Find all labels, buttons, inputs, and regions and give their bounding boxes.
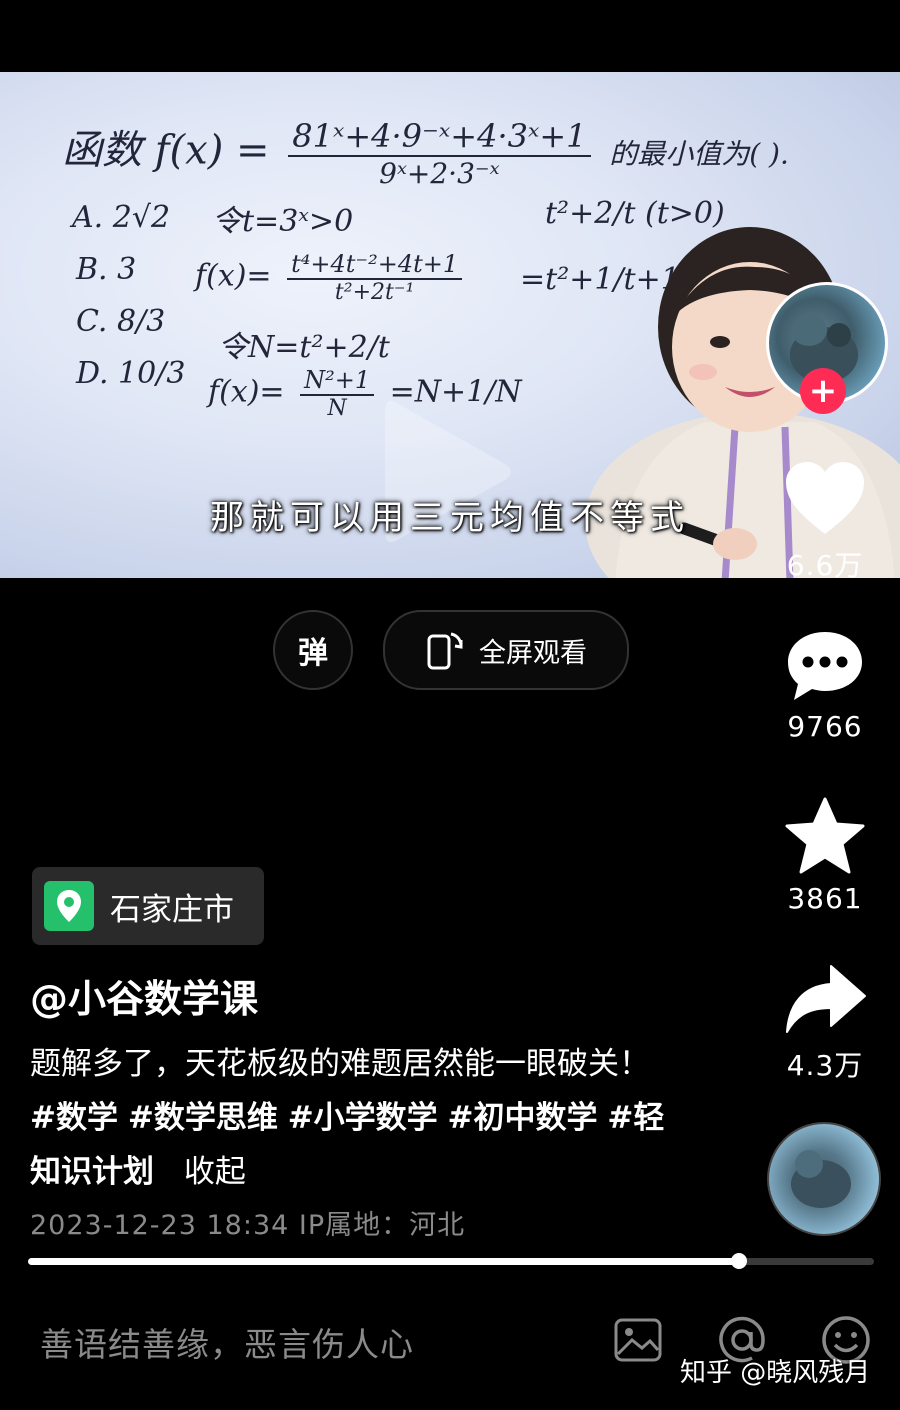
step-let-n: 令N=t²+2/t (218, 330, 390, 365)
problem-prefix: 函数 (62, 127, 142, 174)
step4-numerator: N²+1 (300, 366, 375, 396)
music-disc-image (791, 1150, 851, 1208)
problem-suffix: 的最小值为( ). (609, 137, 789, 171)
danmu-label: 弹 (298, 636, 328, 671)
step4-denominator: N (327, 396, 347, 421)
comment-bubble-icon (788, 632, 862, 700)
option-d: D. 10/3 (76, 356, 186, 391)
problem-denominator: 9ˣ+2·3⁻ˣ (379, 157, 500, 190)
author-name[interactable]: @小谷数学课 (30, 968, 258, 1023)
star-icon (785, 797, 865, 874)
collapse-button[interactable]: 收起 (184, 1154, 246, 1190)
hashtag[interactable]: #初中数学 (448, 1100, 598, 1136)
hashtag[interactable]: #小学数学 (288, 1100, 438, 1136)
like-count: 6.6万 (786, 549, 864, 582)
comment-count: 9766 (787, 710, 863, 743)
fullscreen-label: 全屏观看 (479, 637, 587, 669)
share-count: 4.3万 (786, 1049, 864, 1082)
plus-icon: + (808, 371, 838, 411)
favorite-count: 3861 (787, 882, 863, 915)
location-label: 石家庄市 (110, 891, 234, 928)
option-a: A. 2√2 (72, 200, 171, 235)
location-tag[interactable]: 石家庄市 (32, 867, 264, 945)
step-substitution: 令t=3ˣ>0 (212, 204, 354, 239)
step2-denominator: t²+2t⁻¹ (334, 280, 415, 305)
hashtag[interactable]: #数学思维 (128, 1100, 278, 1136)
comment-input[interactable]: 善语结善缘，恶言伤人心 (40, 1318, 414, 1366)
favorite-action[interactable]: 3861 (770, 796, 880, 915)
danmu-toggle-button[interactable]: 弹 (273, 610, 353, 690)
image-icon[interactable] (612, 1314, 664, 1366)
progress-fill (28, 1258, 739, 1265)
rotate-screen-icon (427, 632, 463, 670)
progress-knob[interactable] (731, 1253, 747, 1269)
option-b: B. 3 (76, 252, 137, 287)
step2-fraction: t⁴+4t⁻²+4t+1 t²+2t⁻¹ (287, 250, 463, 305)
comment-action[interactable]: 9766 (770, 628, 880, 743)
post-meta: 2023-12-23 18:34 IP属地：河北 (30, 1210, 466, 1241)
location-pin-icon (44, 881, 94, 931)
share-arrow-icon (786, 965, 866, 1033)
music-disc[interactable] (767, 1122, 881, 1236)
step4-fraction: N²+1 N (300, 366, 375, 421)
fullscreen-button[interactable]: 全屏观看 (383, 610, 629, 690)
step4-fx: f(x)= (208, 374, 285, 410)
heart-icon (786, 462, 864, 534)
description-text: 题解多了，天花板级的难题居然能一眼破关！ (30, 1046, 650, 1082)
problem-fx: f(x) = (154, 127, 270, 174)
problem-fraction: 81ˣ+4·9⁻ˣ+4·3ˣ+1 9ˣ+2·3⁻ˣ (288, 117, 591, 190)
watermark: 知乎 @晓风残月 (680, 1358, 871, 1388)
like-action[interactable]: 6.6万 (770, 458, 880, 584)
follow-button[interactable]: + (800, 368, 846, 414)
option-c: C. 8/3 (76, 304, 166, 339)
share-action[interactable]: 4.3万 (770, 962, 880, 1084)
step2-fx: f(x)= (195, 258, 272, 294)
video-subtitle: 那就可以用三元均值不等式 (210, 498, 690, 538)
hashtag[interactable]: #数学 (30, 1100, 118, 1136)
post-description: 题解多了，天花板级的难题居然能一眼破关！ #数学 #数学思维 #小学数学 #初中… (30, 1037, 680, 1199)
problem-numerator: 81ˣ+4·9⁻ˣ+4·3ˣ+1 (288, 117, 591, 157)
video-player[interactable]: 函数 f(x) = 81ˣ+4·9⁻ˣ+4·3ˣ+1 9ˣ+2·3⁻ˣ 的最小值… (0, 72, 900, 578)
step2-numerator: t⁴+4t⁻²+4t+1 (287, 250, 463, 280)
